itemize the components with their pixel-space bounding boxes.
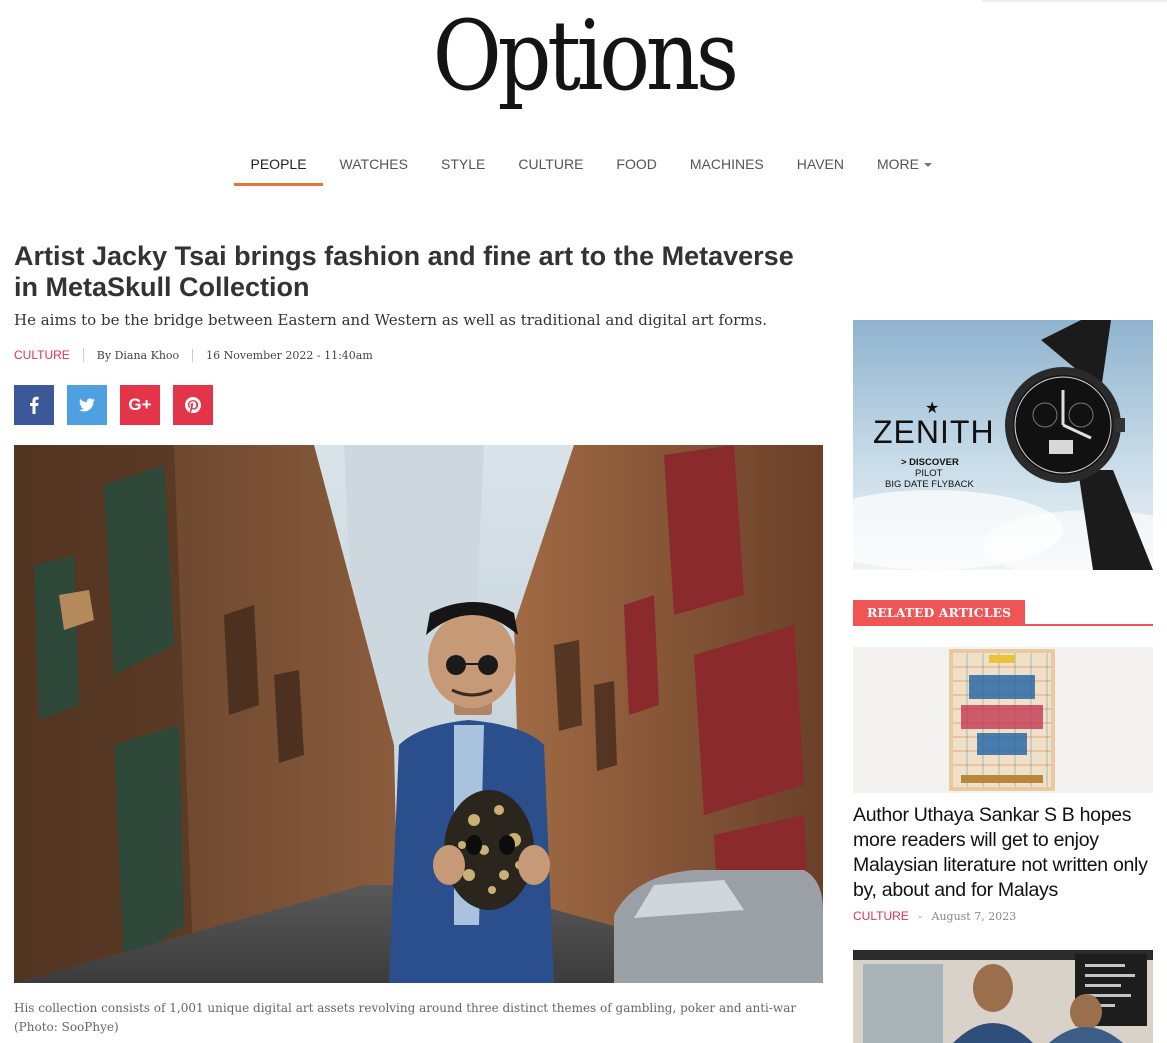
- pinterest-icon: [185, 397, 201, 413]
- related-articles-heading: RELATED ARTICLES: [853, 600, 1153, 626]
- site-logo-text[interactable]: Options: [432, 0, 739, 112]
- main-nav: PEOPLE WATCHES STYLE CULTURE FOOD MACHIN…: [234, 144, 948, 186]
- share-google-plus-button[interactable]: G+: [120, 385, 160, 425]
- nav-item-people[interactable]: PEOPLE: [234, 144, 324, 186]
- google-plus-icon: G+: [128, 395, 152, 414]
- related-article-category[interactable]: CULTURE: [853, 909, 909, 923]
- ad-brand: ZENITH: [873, 414, 995, 450]
- site-logo[interactable]: Options: [0, 0, 1167, 112]
- nav-item-watches[interactable]: WATCHES: [323, 144, 424, 186]
- share-twitter-button[interactable]: [67, 385, 107, 425]
- article-title: Artist Jacky Tsai brings fashion and fin…: [14, 241, 794, 302]
- share-pinterest-button[interactable]: [173, 385, 213, 425]
- meta-separator: -: [918, 910, 922, 923]
- related-article-date: August 7, 2023: [931, 910, 1017, 923]
- article-category-link[interactable]: CULTURE: [14, 348, 84, 362]
- article-meta: CULTURE By Diana Khoo 16 November 2022 -…: [14, 345, 373, 365]
- sidebar-ad-banner[interactable]: ★ ZENITH > DISCOVER PILOT BIG DATE FLYBA…: [853, 320, 1153, 570]
- article-hero-image: [14, 445, 823, 983]
- nav-item-machines[interactable]: MACHINES: [673, 144, 780, 186]
- nav-item-style[interactable]: STYLE: [424, 144, 501, 186]
- nav-item-food[interactable]: FOOD: [600, 144, 673, 186]
- article-subtitle: He aims to be the bridge between Eastern…: [14, 311, 767, 329]
- related-article-thumbnail-2[interactable]: [853, 950, 1153, 1043]
- ad-cta: > DISCOVER: [901, 457, 959, 468]
- related-article-meta: CULTURE - August 7, 2023: [853, 909, 1016, 923]
- related-article-title[interactable]: Author Uthaya Sankar S B hopes more read…: [853, 803, 1158, 903]
- nav-more-label: MORE: [876, 156, 919, 172]
- article-author: By Diana Khoo: [84, 348, 194, 362]
- share-facebook-button[interactable]: [14, 385, 54, 425]
- article-date: 16 November 2022 - 11:40am: [206, 348, 373, 362]
- nav-item-haven[interactable]: HAVEN: [780, 144, 860, 186]
- related-articles-label: RELATED ARTICLES: [853, 600, 1026, 626]
- ad-product-line: PILOT: [915, 468, 943, 479]
- twitter-icon: [79, 398, 95, 412]
- share-bar: G+: [14, 385, 213, 425]
- facebook-icon: [30, 396, 39, 414]
- caret-down-icon: [923, 163, 932, 168]
- related-article-thumbnail[interactable]: [853, 647, 1153, 793]
- hero-caption: His collection consists of 1,001 unique …: [14, 1001, 797, 1034]
- ad-product-name: BIG DATE FLYBACK: [885, 479, 974, 490]
- nav-item-more[interactable]: MORE: [860, 144, 948, 186]
- nav-item-culture[interactable]: CULTURE: [502, 144, 600, 186]
